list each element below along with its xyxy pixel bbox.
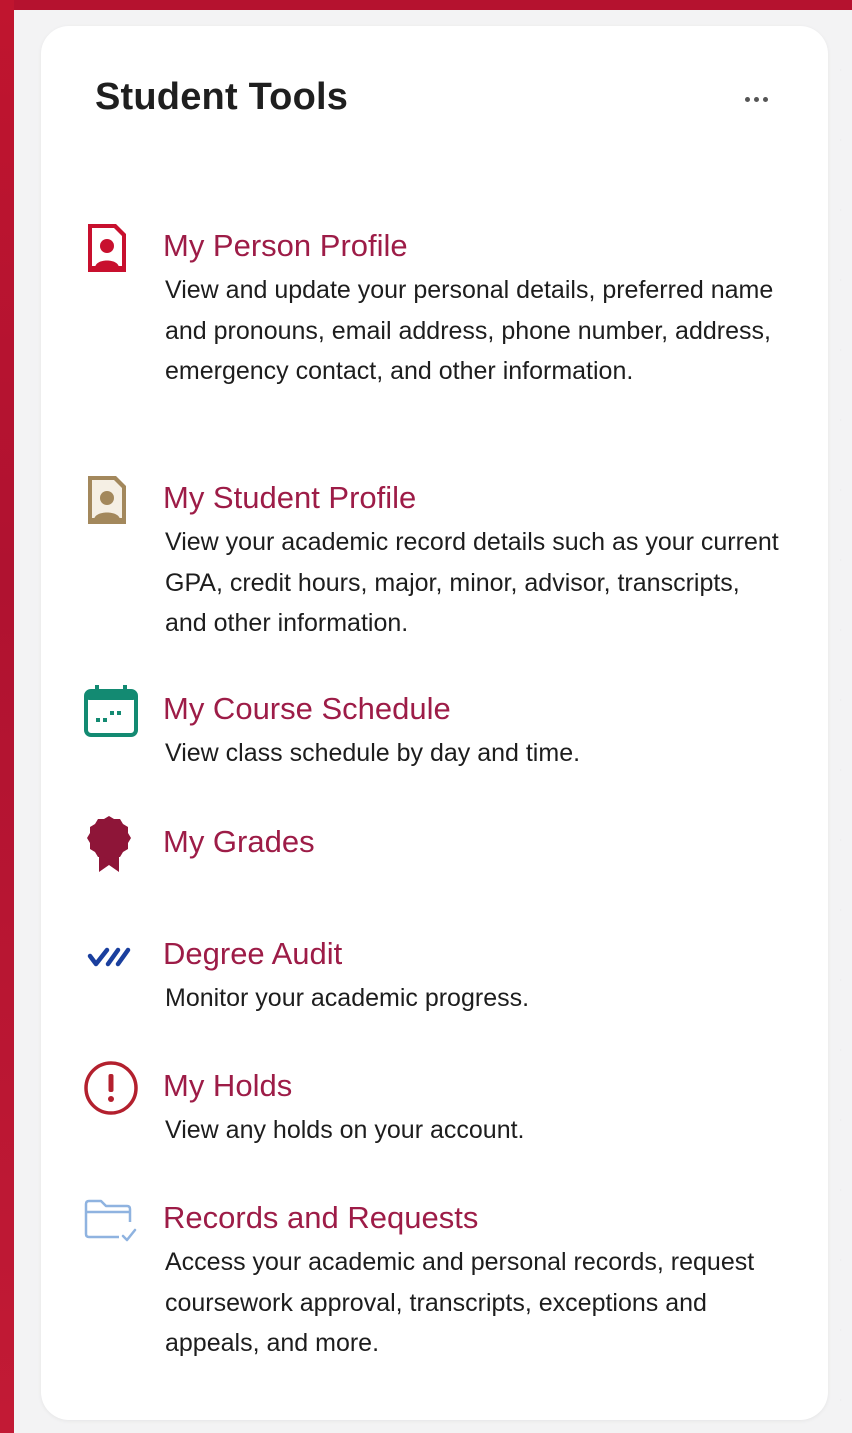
double-check-icon [81,926,141,986]
tool-description: Monitor your academic progress. [165,984,530,1012]
tool-title: Degree Audit [163,936,343,971]
tool-description: View any holds on your account. [165,1116,525,1144]
tool-title: My Grades [163,824,315,859]
alert-circle-icon [81,1058,141,1118]
more-horizontal-icon [744,96,768,102]
award-ribbon-icon [81,814,141,874]
top-brand-stripe [0,0,852,10]
card-title: Student Tools [95,76,349,118]
tool-title: Records and Requests [163,1200,479,1235]
student-tools-card: Student Tools My Person Profile View and… [41,26,828,1420]
left-brand-stripe [0,0,14,1433]
folder-check-icon [81,1190,141,1250]
tool-title: My Holds [163,1068,293,1103]
more-options-button[interactable] [736,84,776,114]
person-profile-icon [81,220,141,280]
tool-description: View your academic record details such a… [165,528,779,637]
tool-description: View class schedule by day and time. [165,739,581,767]
calendar-icon [81,683,141,743]
tool-title: My Person Profile [163,228,408,263]
student-profile-icon [81,472,141,532]
tool-title: My Course Schedule [163,691,451,726]
tool-description: Access your academic and personal record… [165,1248,755,1357]
tool-title: My Student Profile [163,480,417,515]
tool-description: View and update your personal details, p… [165,276,774,385]
